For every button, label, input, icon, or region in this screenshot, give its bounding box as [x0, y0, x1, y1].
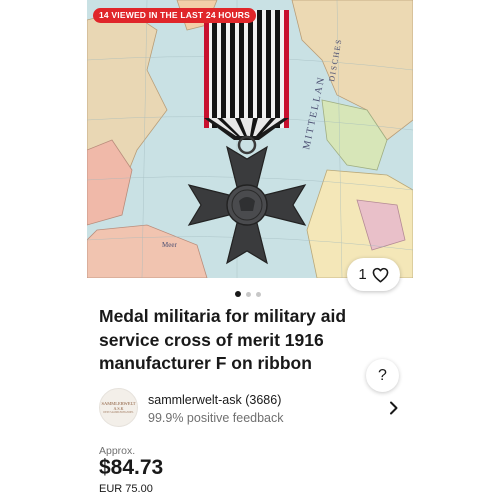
- viewed-badge: 14 VIEWED IN THE LAST 24 HOURS: [93, 8, 256, 23]
- map-label: Meer: [162, 241, 177, 249]
- seller-feedback: 99.9% positive feedback: [148, 411, 284, 425]
- seller-avatar[interactable]: SAMMLERWELT A.S.K DEIN SAMMLERHANDEL: [99, 388, 138, 427]
- carousel-indicator: [235, 291, 261, 297]
- chevron-right-icon[interactable]: [389, 401, 399, 415]
- carousel-dot[interactable]: [256, 291, 261, 297]
- heart-icon: [372, 267, 389, 283]
- listing-title: Medal militaria for military aid service…: [99, 306, 347, 373]
- product-image[interactable]: MITTELLAN DISCHES Meer 14 VIEWED IN THE …: [87, 0, 413, 278]
- product-photo: MITTELLAN DISCHES Meer: [87, 0, 413, 278]
- carousel-dot[interactable]: [246, 291, 251, 297]
- listing-page: MITTELLAN DISCHES Meer 14 VIEWED IN THE …: [0, 0, 500, 500]
- avatar-text: DEIN SAMMLERHANDEL: [103, 410, 134, 414]
- seller-name[interactable]: sammlerwelt-ask (3686): [148, 393, 281, 407]
- carousel-dot[interactable]: [235, 291, 241, 297]
- watch-button[interactable]: 1: [347, 258, 400, 291]
- watch-count: 1: [358, 266, 367, 283]
- price: $84.73: [99, 456, 164, 479]
- original-price: EUR 75.00: [99, 483, 153, 495]
- seller-info[interactable]: SAMMLERWELT A.S.K DEIN SAMMLERHANDEL sam…: [99, 388, 404, 428]
